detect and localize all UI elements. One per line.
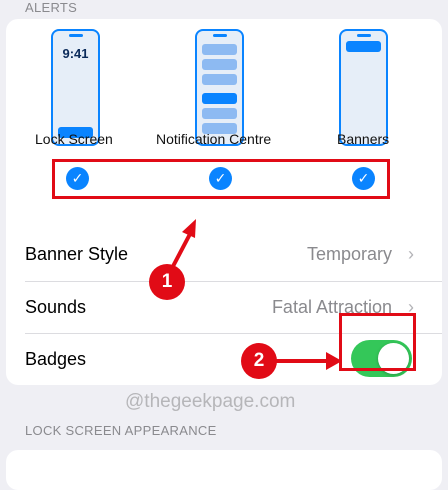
annotation-arrows [168, 219, 342, 370]
arrow-1-head [182, 219, 196, 238]
annotation-step-2-badge: 2 [241, 343, 277, 379]
annotation-step-1-badge: 1 [149, 264, 185, 300]
arrow-2-head [326, 352, 342, 370]
